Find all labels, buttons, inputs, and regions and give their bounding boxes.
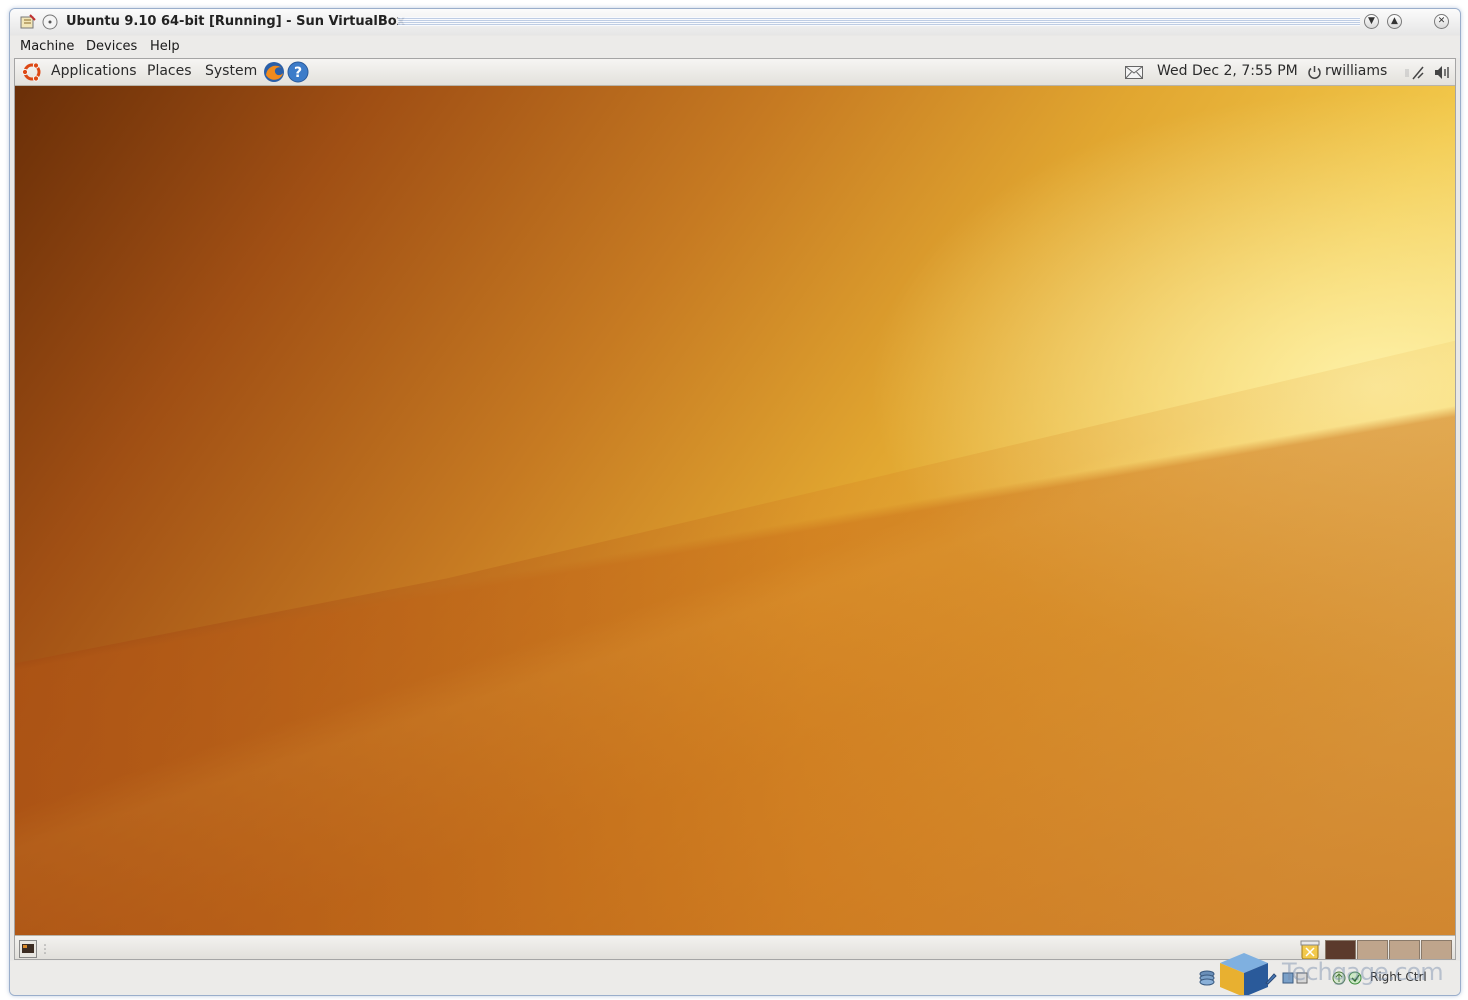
show-desktop-icon[interactable] bbox=[19, 940, 37, 958]
help-icon[interactable]: ? bbox=[287, 61, 309, 83]
watermark: Techgage.com bbox=[1282, 958, 1444, 986]
mail-icon[interactable] bbox=[1125, 66, 1143, 79]
places-menu[interactable]: Places bbox=[147, 63, 192, 79]
chevron-up-icon: ▲ bbox=[1391, 16, 1398, 26]
pen-icon[interactable] bbox=[1264, 971, 1278, 985]
user-menu[interactable]: rwilliams bbox=[1325, 63, 1387, 79]
volume-icon[interactable] bbox=[1433, 65, 1451, 80]
window-titlebar[interactable]: Ubuntu 9.10 64-bit [Running] - Sun Virtu… bbox=[10, 9, 1460, 35]
applications-menu[interactable]: Applications bbox=[51, 63, 137, 79]
window-title: Ubuntu 9.10 64-bit [Running] - Sun Virtu… bbox=[66, 14, 406, 29]
workspace-4[interactable] bbox=[1421, 940, 1452, 959]
clock[interactable]: Wed Dec 2, 7:55 PM bbox=[1157, 63, 1298, 79]
minimize-button[interactable]: ▼ bbox=[1364, 14, 1379, 29]
vm-statusbar: Right Ctrl bbox=[10, 953, 1460, 995]
trash-icon[interactable] bbox=[1299, 939, 1321, 960]
menu-machine[interactable]: Machine bbox=[20, 39, 74, 54]
svg-text:?: ? bbox=[294, 65, 302, 81]
virtualbox-window: Ubuntu 9.10 64-bit [Running] - Sun Virtu… bbox=[9, 8, 1461, 996]
wallpaper-wave-shade bbox=[15, 340, 1455, 935]
system-menu[interactable]: System bbox=[205, 63, 257, 79]
workspace-3[interactable] bbox=[1389, 940, 1420, 959]
menubar: Machine Devices Help bbox=[10, 36, 1460, 58]
gnome-top-panel: Applications Places System ? Wed Dec 2, … bbox=[15, 59, 1455, 86]
close-button[interactable]: ✕ bbox=[1434, 14, 1449, 29]
titlebar-decoration bbox=[398, 17, 1360, 26]
chevron-down-icon: ▼ bbox=[1368, 16, 1375, 26]
workspace-1[interactable] bbox=[1325, 940, 1356, 959]
workspace-2[interactable] bbox=[1357, 940, 1388, 959]
sticky-icon[interactable] bbox=[42, 14, 58, 30]
menu-devices[interactable]: Devices bbox=[86, 39, 137, 54]
guest-screen[interactable]: Applications Places System ? Wed Dec 2, … bbox=[14, 58, 1456, 960]
window-menu-icon[interactable] bbox=[20, 14, 36, 30]
desktop-wallpaper[interactable] bbox=[15, 86, 1455, 935]
menu-help[interactable]: Help bbox=[150, 39, 180, 54]
power-icon[interactable] bbox=[1307, 65, 1322, 80]
panel-handle bbox=[44, 944, 46, 954]
ubuntu-logo-icon[interactable] bbox=[21, 61, 43, 83]
maximize-button[interactable]: ▲ bbox=[1387, 14, 1402, 29]
network-icon[interactable] bbox=[1405, 65, 1427, 81]
firefox-icon[interactable] bbox=[263, 61, 285, 83]
close-icon: ✕ bbox=[1437, 16, 1446, 26]
